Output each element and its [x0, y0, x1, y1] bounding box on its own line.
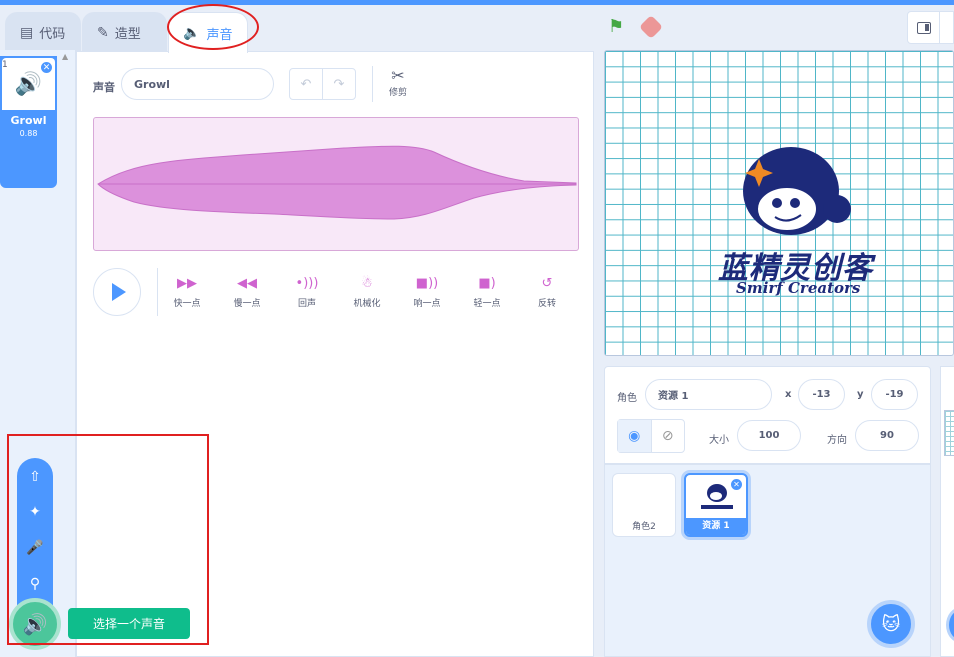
effect-softer-button[interactable]: ■) 轻一点: [462, 276, 512, 309]
robot-icon: ☃: [361, 276, 373, 291]
divider: [157, 268, 158, 316]
x-input[interactable]: -13: [798, 379, 845, 410]
speaker-icon: 🔊: [14, 71, 43, 97]
stage[interactable]: [604, 50, 954, 356]
cat-add-icon: 🐱: [881, 613, 901, 635]
upload-icon[interactable]: ⇧: [17, 462, 53, 492]
direction-label: 方向: [827, 435, 847, 446]
effect-echo-button[interactable]: •))) 回声: [282, 276, 332, 309]
tab-code-label: 代码: [39, 27, 66, 42]
effect-label: 快一点: [173, 299, 201, 309]
echo-icon: •))): [295, 276, 319, 291]
scrollbar[interactable]: [59, 52, 75, 657]
add-sound-tooltip: 选择一个声音: [68, 608, 190, 639]
size-label: 大小: [709, 435, 729, 446]
sprite-name: 角色2: [632, 522, 656, 532]
play-icon: [112, 283, 126, 301]
effect-robot-button[interactable]: ☃ 机械化: [342, 276, 392, 309]
hide-eye-icon[interactable]: ⊘: [652, 420, 685, 452]
small-stage-icon: [916, 21, 931, 34]
add-sound-button[interactable]: 🔊: [9, 598, 61, 650]
effect-label: 机械化: [353, 299, 381, 309]
sprite-tile-selected[interactable]: ✕ 资源 1: [684, 473, 748, 537]
sprite-name: 资源 1: [702, 521, 730, 531]
speaker-add-icon: 🔊: [22, 612, 48, 636]
sprite-label: 角色: [617, 393, 637, 404]
scissors-icon: ✂: [391, 66, 405, 85]
tab-code[interactable]: ▤ 代码: [5, 12, 81, 52]
stage-size-toggle: [907, 11, 954, 44]
effect-label: 轻一点: [473, 299, 501, 309]
louder-icon: ■)): [415, 276, 439, 291]
visibility-toggle: ◉ ⊘: [617, 419, 685, 453]
y-label: y: [857, 389, 864, 400]
search-icon[interactable]: ⚲: [17, 569, 53, 599]
softer-icon: ■): [478, 276, 496, 291]
play-button[interactable]: [93, 268, 141, 316]
redo-icon[interactable]: ↷: [323, 69, 355, 99]
speaker-icon: 🔈: [183, 25, 201, 41]
small-stage-button[interactable]: [908, 12, 940, 43]
green-flag-icon[interactable]: ⚑: [608, 16, 624, 37]
sound-item-growl[interactable]: 🔊 1 ✕ Growl 0.88: [0, 56, 57, 188]
effect-label: 慢一点: [233, 299, 261, 309]
effect-reverse-button[interactable]: ↺ 反转: [522, 276, 572, 309]
effect-label: 响一点: [413, 299, 441, 309]
trim-label: 修剪: [388, 88, 407, 98]
surprise-icon[interactable]: ✦: [17, 497, 53, 527]
effect-label: 回声: [297, 299, 316, 309]
show-eye-icon[interactable]: ◉: [618, 420, 652, 452]
sound-index: 1: [2, 60, 8, 70]
sound-name: Growl: [10, 114, 47, 127]
add-sound-menu: ⇧ ✦ 🎤 ⚲: [17, 458, 53, 606]
faster-icon: ▶▶: [177, 276, 197, 291]
undo-redo-group: ↶ ↷: [289, 68, 356, 100]
waveform[interactable]: [93, 117, 579, 251]
slower-icon: ◀◀: [237, 276, 257, 291]
direction-input[interactable]: 90: [855, 420, 919, 451]
sound-name-label: 声音: [93, 81, 115, 94]
sound-name-input[interactable]: Growl: [121, 68, 274, 100]
y-input[interactable]: -19: [871, 379, 918, 410]
tab-sounds[interactable]: 🔈 声音: [168, 12, 248, 53]
mascot-logo: [743, 147, 851, 235]
tab-costumes[interactable]: ✎ 造型: [82, 12, 167, 52]
stop-icon[interactable]: [638, 14, 664, 40]
code-blocks-icon: ▤: [20, 24, 34, 41]
brush-icon: ✎: [97, 24, 109, 41]
effect-faster-button[interactable]: ▶▶ 快一点: [162, 276, 212, 309]
microphone-icon[interactable]: 🎤: [17, 533, 53, 563]
delete-icon[interactable]: ✕: [40, 61, 53, 74]
scroll-up-arrow-icon[interactable]: ▲: [62, 52, 68, 61]
sound-editor: 声音 Growl ↶ ↷ ✂ 修剪 ▶▶ 快一点 ◀◀ 慢一点 •))) 回声 …: [76, 51, 594, 657]
sound-duration: 0.88: [19, 129, 38, 138]
waveform-graphic: [97, 145, 577, 220]
sprite-info-panel: 角色 资源 1 x -13 y -19 ◉ ⊘ 大小 100 方向 90: [604, 366, 931, 464]
sprite-tile[interactable]: 角色2: [612, 473, 676, 537]
stage-thumbnail[interactable]: [944, 410, 954, 456]
effect-louder-button[interactable]: ■)) 响一点: [402, 276, 452, 309]
tab-costumes-label: 造型: [114, 27, 141, 42]
top-menu-bar: [0, 0, 954, 5]
size-input[interactable]: 100: [737, 420, 801, 451]
divider: [372, 66, 373, 102]
add-sprite-button[interactable]: 🐱: [867, 600, 915, 648]
delete-icon[interactable]: ✕: [730, 478, 743, 491]
undo-icon[interactable]: ↶: [290, 69, 323, 99]
logo-subtitle: Smirf Creators: [736, 279, 861, 297]
trim-button[interactable]: ✂ 修剪: [385, 66, 411, 98]
reverse-icon: ↺: [541, 276, 553, 291]
tab-sounds-label: 声音: [206, 27, 233, 43]
effect-slower-button[interactable]: ◀◀ 慢一点: [222, 276, 272, 309]
x-label: x: [785, 389, 792, 400]
effect-label: 反转: [537, 299, 556, 309]
sprite-name-input[interactable]: 资源 1: [645, 379, 772, 410]
